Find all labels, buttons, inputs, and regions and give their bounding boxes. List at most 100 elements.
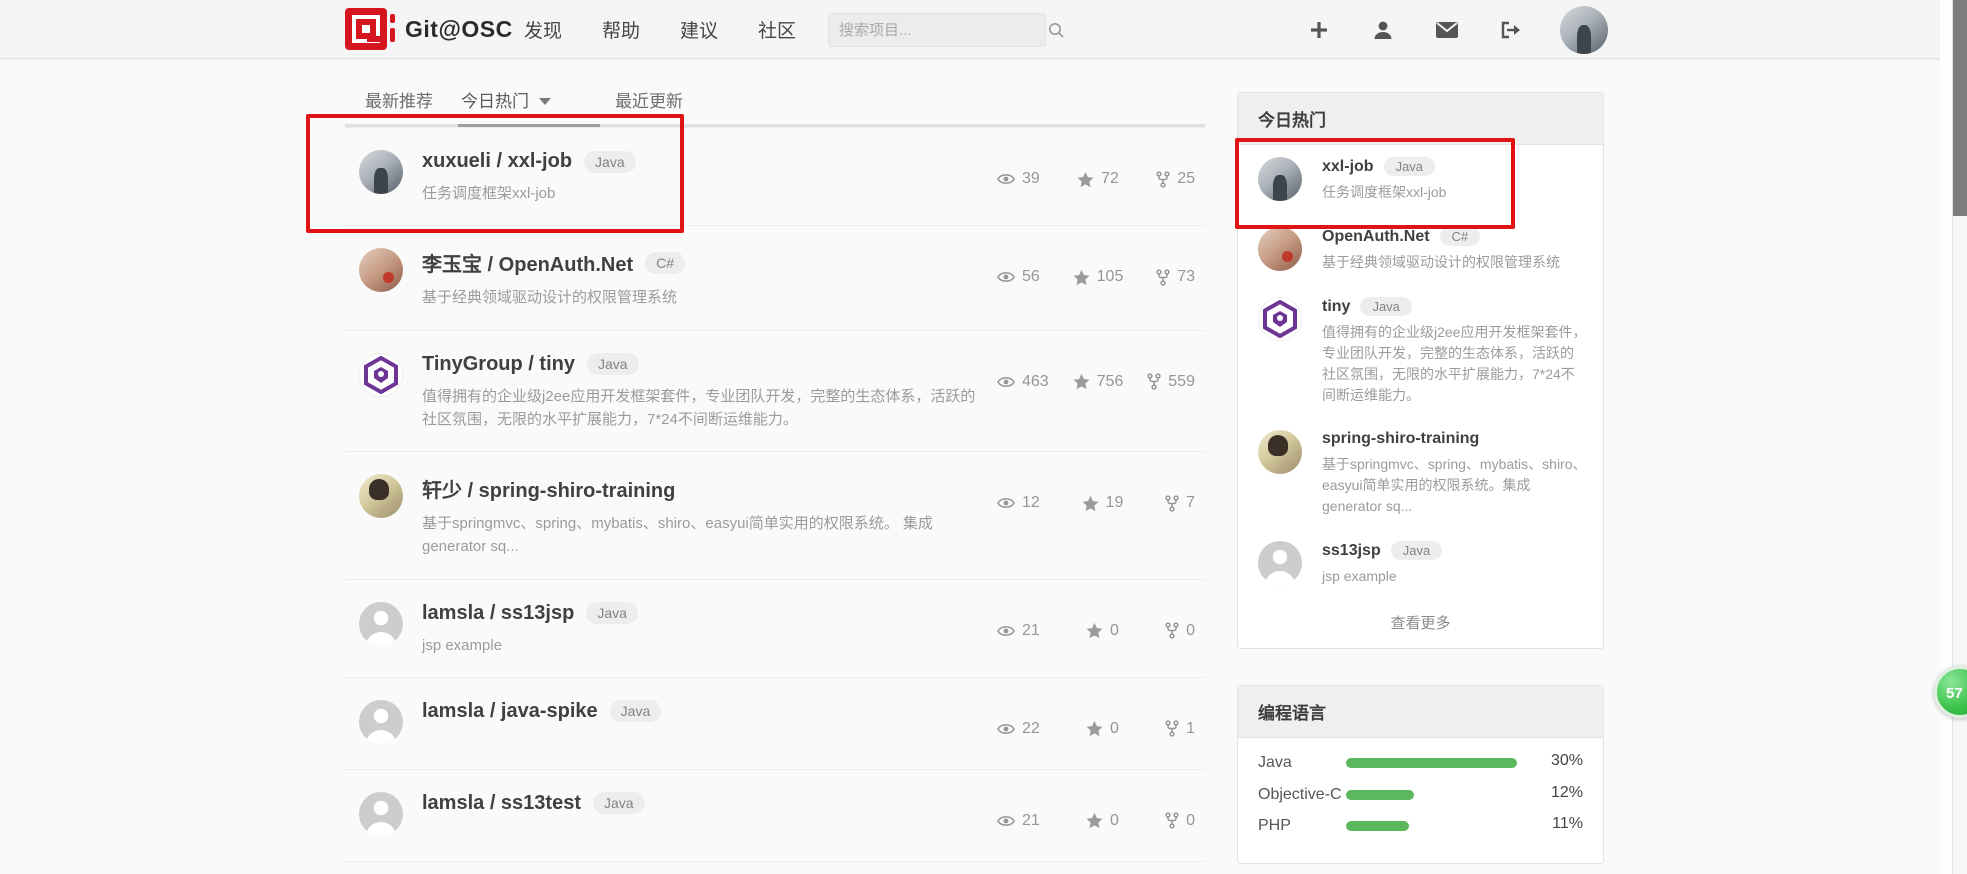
brand[interactable]: Git@OSC xyxy=(345,8,513,50)
star-count[interactable]: 0 xyxy=(1086,622,1119,640)
language-row[interactable]: Java 30% xyxy=(1258,752,1583,774)
project-title[interactable]: lamsla / ss13jsp xyxy=(422,602,574,625)
search-box xyxy=(828,13,1046,47)
fork-count[interactable]: 25 xyxy=(1156,170,1195,188)
hot-item-title[interactable]: tiny xyxy=(1322,298,1350,316)
hot-item-avatar[interactable] xyxy=(1258,297,1302,341)
language-badge: C# xyxy=(1440,227,1481,246)
language-badge: Java xyxy=(593,792,645,814)
star-count[interactable]: 72 xyxy=(1077,170,1119,188)
project-row[interactable]: 轩少 / spring-shiro-training 基于springmvc、s… xyxy=(345,451,1205,579)
hot-item-title[interactable]: xxl-job xyxy=(1322,158,1374,176)
star-icon xyxy=(1073,269,1090,286)
project-avatar[interactable] xyxy=(359,248,403,292)
plus-icon[interactable] xyxy=(1305,16,1333,44)
hot-item[interactable]: tiny Java 值得拥有的企业级j2ee应用开发框架套件，专业团队开发，完整… xyxy=(1238,285,1603,418)
project-title[interactable]: lamsla / java-spike xyxy=(422,700,598,723)
fork-count[interactable]: 73 xyxy=(1156,268,1195,286)
project-avatar[interactable] xyxy=(359,474,403,518)
project-title[interactable]: TinyGroup / tiny xyxy=(422,353,575,376)
fork-count[interactable]: 1 xyxy=(1165,720,1195,738)
watch-count[interactable]: 22 xyxy=(997,720,1040,738)
logo-colon-icon xyxy=(390,8,396,50)
star-count[interactable]: 105 xyxy=(1073,268,1124,286)
project-avatar[interactable] xyxy=(359,700,403,744)
watch-count[interactable]: 12 xyxy=(997,494,1040,512)
tab-today-hot[interactable]: 今日热门 xyxy=(461,87,551,112)
language-bar xyxy=(1346,790,1414,800)
star-count[interactable]: 0 xyxy=(1086,720,1119,738)
star-count[interactable]: 19 xyxy=(1082,494,1124,512)
project-title[interactable]: 轩少 / spring-shiro-training xyxy=(422,474,675,503)
tab-latest-recommend[interactable]: 最新推荐 xyxy=(365,87,433,112)
search-input[interactable] xyxy=(829,22,1048,39)
scrollbar-track[interactable] xyxy=(1952,0,1967,874)
project-row[interactable]: lamsla / ss13jsp Java jsp example 21 0 0 xyxy=(345,579,1205,677)
project-row[interactable]: TinyGroup / tiny Java 值得拥有的企业级j2ee应用开发框架… xyxy=(345,330,1205,452)
default-avatar-icon xyxy=(359,602,403,646)
project-title[interactable]: 李玉宝 / OpenAuth.Net xyxy=(422,248,633,277)
project-row[interactable]: lamsla / ss13jdbc xyxy=(345,861,1205,874)
project-avatar[interactable] xyxy=(359,353,403,397)
project-stats: 21 0 0 xyxy=(997,812,1195,830)
hot-item[interactable]: spring-shiro-training 基于springmvc、spring… xyxy=(1238,418,1603,529)
project-stats: 22 0 1 xyxy=(997,720,1195,738)
view-more-link[interactable]: 查看更多 xyxy=(1238,599,1603,648)
language-badge: Java xyxy=(587,353,639,375)
scrollbar-thumb[interactable] xyxy=(1953,0,1967,216)
language-row[interactable]: PHP 11% xyxy=(1258,815,1583,837)
hot-item-title[interactable]: ss13jsp xyxy=(1322,542,1381,560)
hot-item-avatar[interactable] xyxy=(1258,227,1302,271)
logout-icon[interactable] xyxy=(1497,16,1525,44)
user-icon[interactable] xyxy=(1369,16,1397,44)
floating-counter-badge[interactable]: 57 xyxy=(1934,666,1967,718)
tab-recent-update[interactable]: 最近更新 xyxy=(615,87,683,112)
language-row[interactable]: Objective-C 12% xyxy=(1258,784,1583,806)
fork-count[interactable]: 559 xyxy=(1147,373,1195,391)
tiny-logo-icon xyxy=(1261,300,1299,338)
search-icon[interactable] xyxy=(1048,22,1065,39)
project-avatar[interactable] xyxy=(359,602,403,646)
nav-item-suggest[interactable]: 建议 xyxy=(680,16,718,43)
project-row[interactable]: xuxueli / xxl-job Java 任务调度框架xxl-job 39 … xyxy=(345,127,1205,225)
project-row[interactable]: lamsla / ss13test Java 21 0 0 xyxy=(345,769,1205,861)
hot-item-title[interactable]: OpenAuth.Net xyxy=(1322,228,1430,246)
project-row[interactable]: lamsla / java-spike Java 22 0 1 xyxy=(345,677,1205,769)
project-title[interactable]: lamsla / ss13test xyxy=(422,792,581,815)
hot-item[interactable]: xxl-job Java 任务调度框架xxl-job xyxy=(1238,145,1603,215)
hot-item-avatar[interactable] xyxy=(1258,157,1302,201)
languages-title: 编程语言 xyxy=(1238,686,1603,738)
fork-count[interactable]: 0 xyxy=(1165,812,1195,830)
eye-icon xyxy=(997,172,1015,186)
language-bar xyxy=(1346,758,1517,768)
hot-item[interactable]: ss13jsp Java jsp example xyxy=(1238,529,1603,599)
watch-count[interactable]: 56 xyxy=(997,268,1040,286)
eye-icon xyxy=(997,375,1015,389)
project-description: jsp example xyxy=(422,634,984,657)
project-avatar[interactable] xyxy=(359,792,403,836)
nav-item-discover[interactable]: 发现 xyxy=(524,16,562,43)
mail-icon[interactable] xyxy=(1433,16,1461,44)
star-count[interactable]: 756 xyxy=(1073,373,1124,391)
fork-count[interactable]: 7 xyxy=(1165,494,1195,512)
hot-item-description: 值得拥有的企业级j2ee应用开发框架套件，专业团队开发，完整的生态体系，活跃的社… xyxy=(1322,322,1587,406)
watch-count[interactable]: 21 xyxy=(997,812,1040,830)
watch-count[interactable]: 39 xyxy=(997,170,1040,188)
project-row[interactable]: 李玉宝 / OpenAuth.Net C# 基于经典领域驱动设计的权限管理系统 … xyxy=(345,225,1205,329)
default-avatar-icon xyxy=(1258,541,1302,585)
nav-item-community[interactable]: 社区 xyxy=(758,16,796,43)
watch-count[interactable]: 21 xyxy=(997,622,1040,640)
fork-count[interactable]: 0 xyxy=(1165,622,1195,640)
watch-count[interactable]: 463 xyxy=(997,373,1049,391)
project-avatar[interactable] xyxy=(359,150,403,194)
star-count[interactable]: 0 xyxy=(1086,812,1119,830)
user-avatar[interactable] xyxy=(1560,6,1608,54)
hot-item[interactable]: OpenAuth.Net C# 基于经典领域驱动设计的权限管理系统 xyxy=(1238,215,1603,285)
hot-item-avatar[interactable] xyxy=(1258,541,1302,585)
project-title[interactable]: xuxueli / xxl-job xyxy=(422,150,572,173)
language-badge: Java xyxy=(584,151,636,173)
nav-item-help[interactable]: 帮助 xyxy=(602,16,640,43)
eye-icon xyxy=(997,722,1015,736)
hot-item-title[interactable]: spring-shiro-training xyxy=(1322,430,1479,448)
hot-item-avatar[interactable] xyxy=(1258,430,1302,474)
